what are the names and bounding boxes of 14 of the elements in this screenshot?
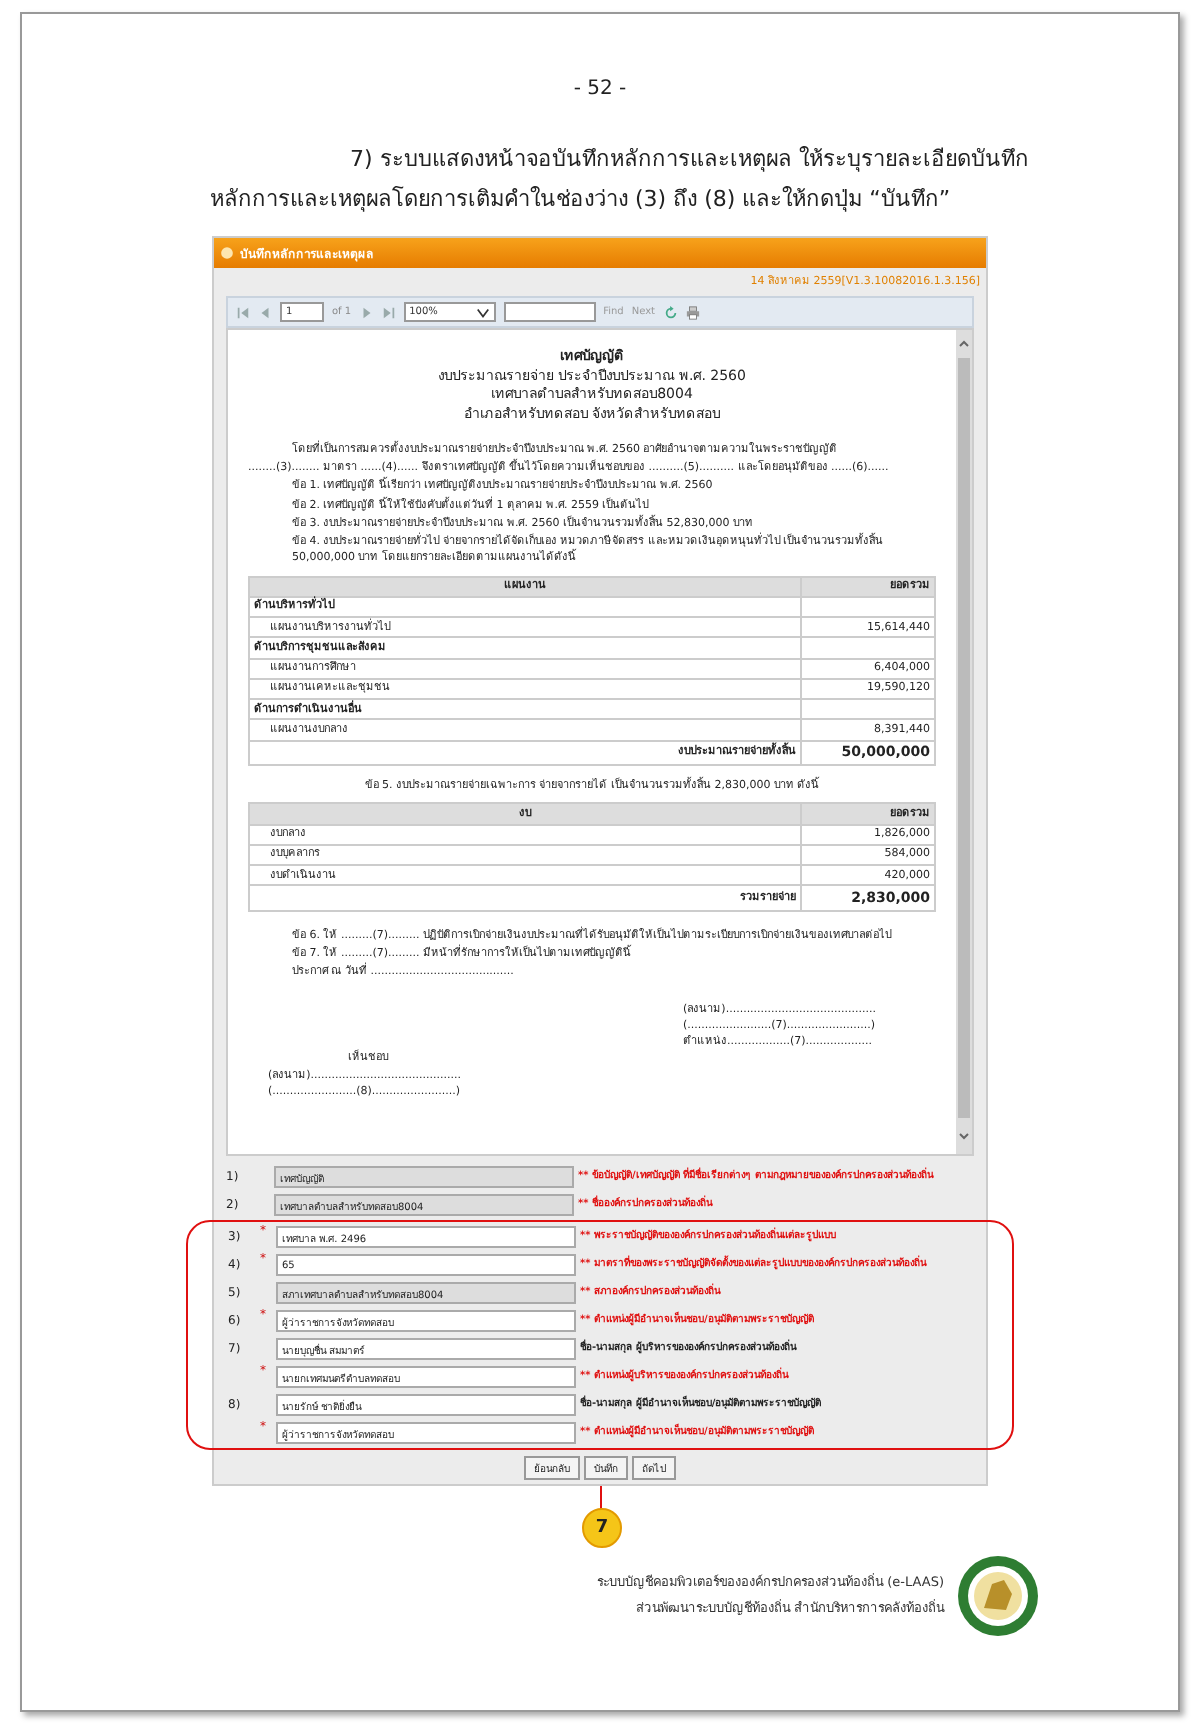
last-page-icon[interactable] [381, 305, 396, 319]
step-marker: 7 [582, 1508, 622, 1548]
previous-page-icon[interactable] [258, 305, 272, 319]
instruction-text: 7) ระบบแสดงหน้าจอบันทึกหลักการและเหตุผล ให้ระบุรายละเอียดบันทึกหลักการและเหตุผลโดยการเติมคำในช่องว่าง (3) ถึง (8) และให้กดปุ่ม “บันทึก” [210, 144, 1031, 216]
bullet-icon [220, 246, 234, 260]
next-page-icon[interactable] [359, 305, 374, 319]
leader-line [600, 1486, 602, 1510]
refresh-icon[interactable] [663, 305, 677, 319]
find-field[interactable] [503, 302, 596, 322]
emblem-logo [956, 1554, 1040, 1638]
printer-icon[interactable] [685, 305, 699, 319]
page-number: - 52 - [573, 78, 627, 100]
scrollbar[interactable] [956, 330, 972, 1154]
first-page-icon[interactable] [236, 305, 250, 319]
